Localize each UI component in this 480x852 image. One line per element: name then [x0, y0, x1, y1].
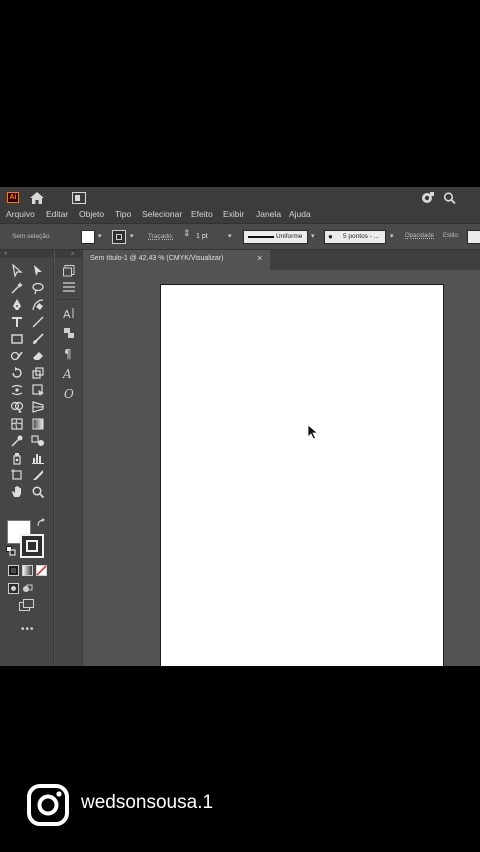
- warp-tool-icon[interactable]: [10, 383, 26, 397]
- dock-divider: [58, 299, 80, 300]
- fill-swatch[interactable]: [81, 230, 95, 244]
- menu-arquivo[interactable]: Arquivo: [6, 209, 35, 219]
- close-tab-icon[interactable]: ×: [257, 253, 262, 263]
- document-tab-title[interactable]: Sem título-1 @ 42,43 % (CMYK/Visualizar): [90, 255, 223, 262]
- type-tool-icon[interactable]: [10, 315, 26, 329]
- title-bar: Ai: [0, 187, 480, 207]
- mouse-pointer-icon: [307, 424, 319, 445]
- svg-text:¶: ¶: [64, 347, 72, 360]
- curvature-tool-icon[interactable]: [31, 298, 47, 312]
- document-tab-bar: Sem título-1 @ 42,43 % (CMYK/Visualizar)…: [84, 250, 480, 270]
- control-bar: Sem seleção ▾ ▾ Traçado: ⇕ 1 pt ▾ Unifor…: [0, 223, 480, 250]
- menu-editar[interactable]: Editar: [46, 209, 68, 219]
- stroke-swatch[interactable]: [112, 230, 126, 244]
- svg-text:O: O: [64, 387, 74, 400]
- magic-wand-tool-icon[interactable]: [10, 281, 26, 295]
- swap-fill-stroke-icon[interactable]: [36, 518, 52, 532]
- artboard[interactable]: [160, 284, 444, 666]
- menu-objeto[interactable]: Objeto: [79, 209, 104, 219]
- fill-dropdown-icon[interactable]: ▾: [98, 232, 102, 240]
- menu-efeito[interactable]: Efeito: [191, 209, 213, 219]
- shaper-tool-icon[interactable]: [10, 349, 26, 363]
- opacity-label[interactable]: Opacidade: [405, 233, 434, 239]
- menu-selecionar[interactable]: Selecionar: [142, 209, 182, 219]
- stroke-stepper-icon[interactable]: ⇕: [183, 228, 191, 239]
- tools-panel: « •••: [0, 250, 54, 666]
- character-panel-icon[interactable]: A: [62, 306, 78, 320]
- illustrator-window: Ai Arquivo Editar Objeto Tipo Selecionar…: [0, 187, 480, 666]
- zoom-tool-icon[interactable]: [31, 485, 47, 499]
- stroke-profile-label: Uniforme: [276, 233, 303, 240]
- properties-panel-icon[interactable]: [62, 280, 78, 294]
- document-tab[interactable]: Sem título-1 @ 42,43 % (CMYK/Visualizar)…: [84, 250, 270, 270]
- glyphs-panel-icon[interactable]: A: [62, 366, 78, 380]
- direct-selection-tool-icon[interactable]: [10, 264, 26, 278]
- lasso-tool-icon[interactable]: [31, 281, 47, 295]
- opentype-panel-icon[interactable]: O: [63, 386, 79, 400]
- app-logo: Ai: [7, 192, 19, 203]
- paragraph-panel-icon[interactable]: ¶: [63, 346, 79, 360]
- menu-ajuda[interactable]: Ajuda: [289, 209, 311, 219]
- paintbrush-tool-icon[interactable]: [31, 332, 47, 346]
- draw-behind-icon[interactable]: [22, 583, 38, 597]
- instagram-icon: [26, 783, 70, 832]
- pen-tool-icon[interactable]: [10, 298, 26, 312]
- slice-tool-icon[interactable]: [31, 468, 47, 482]
- shape-builder-tool-icon[interactable]: [10, 400, 26, 414]
- menu-tipo[interactable]: Tipo: [115, 209, 131, 219]
- brush-select[interactable]: ● 5 pontos - ...: [324, 230, 386, 244]
- eraser-tool-icon[interactable]: [31, 349, 47, 363]
- screen-mode-icon[interactable]: [19, 599, 35, 613]
- menu-janela[interactable]: Janela: [256, 209, 281, 219]
- mesh-tool-icon[interactable]: [10, 417, 26, 431]
- line-segment-tool-icon[interactable]: [31, 315, 47, 329]
- stroke-dropdown-icon[interactable]: ▾: [130, 232, 134, 240]
- menu-bar: Arquivo Editar Objeto Tipo Selecionar Ef…: [0, 207, 480, 223]
- perspective-grid-tool-icon[interactable]: [31, 400, 47, 414]
- style-label: Estilo:: [443, 233, 460, 239]
- free-transform-tool-icon[interactable]: [31, 383, 47, 397]
- brush-label: 5 pontos - ...: [343, 233, 380, 240]
- rectangle-tool-icon[interactable]: [10, 332, 26, 346]
- canvas-area[interactable]: [84, 270, 480, 666]
- panel-dock: » A ¶ A O: [55, 250, 83, 666]
- gradient-tool-icon[interactable]: [31, 417, 47, 431]
- artboard-tool-icon[interactable]: [10, 468, 26, 482]
- svg-text:A: A: [63, 308, 71, 320]
- column-graph-tool-icon[interactable]: [31, 451, 47, 465]
- stroke-weight-value[interactable]: 1 pt: [196, 233, 208, 240]
- brush-dropdown-icon[interactable]: ▾: [390, 232, 394, 240]
- symbol-sprayer-tool-icon[interactable]: [10, 451, 26, 465]
- selection-tool-icon[interactable]: [31, 264, 47, 278]
- stroke-weight-dropdown-icon[interactable]: ▾: [228, 232, 232, 240]
- panel-collapse-icon[interactable]: «: [0, 250, 53, 258]
- stroke-color-box[interactable]: [20, 534, 44, 558]
- hand-tool-icon[interactable]: [10, 485, 26, 499]
- profile-dropdown-icon[interactable]: ▾: [311, 232, 315, 240]
- stroke-label[interactable]: Traçado:: [148, 233, 173, 240]
- style-swatch[interactable]: [467, 230, 480, 244]
- instagram-handle: wedsonsousa.1: [81, 792, 214, 813]
- eyedropper-tool-icon[interactable]: [10, 434, 26, 448]
- selection-status: Sem seleção: [12, 233, 50, 240]
- svg-text:A: A: [62, 367, 72, 380]
- scale-tool-icon[interactable]: [31, 366, 47, 380]
- rotate-tool-icon[interactable]: [10, 366, 26, 380]
- dock-expand-icon[interactable]: »: [55, 250, 82, 258]
- blend-tool-icon[interactable]: [31, 434, 47, 448]
- stroke-profile-select[interactable]: Uniforme: [243, 230, 308, 244]
- align-panel-icon[interactable]: [62, 326, 78, 340]
- artboards-panel-icon[interactable]: [62, 264, 78, 278]
- brush-dot-icon: ●: [328, 232, 333, 241]
- none-mode-icon[interactable]: [36, 565, 52, 579]
- menu-exibir[interactable]: Exibir: [223, 209, 244, 219]
- more-tools-icon[interactable]: •••: [21, 624, 35, 635]
